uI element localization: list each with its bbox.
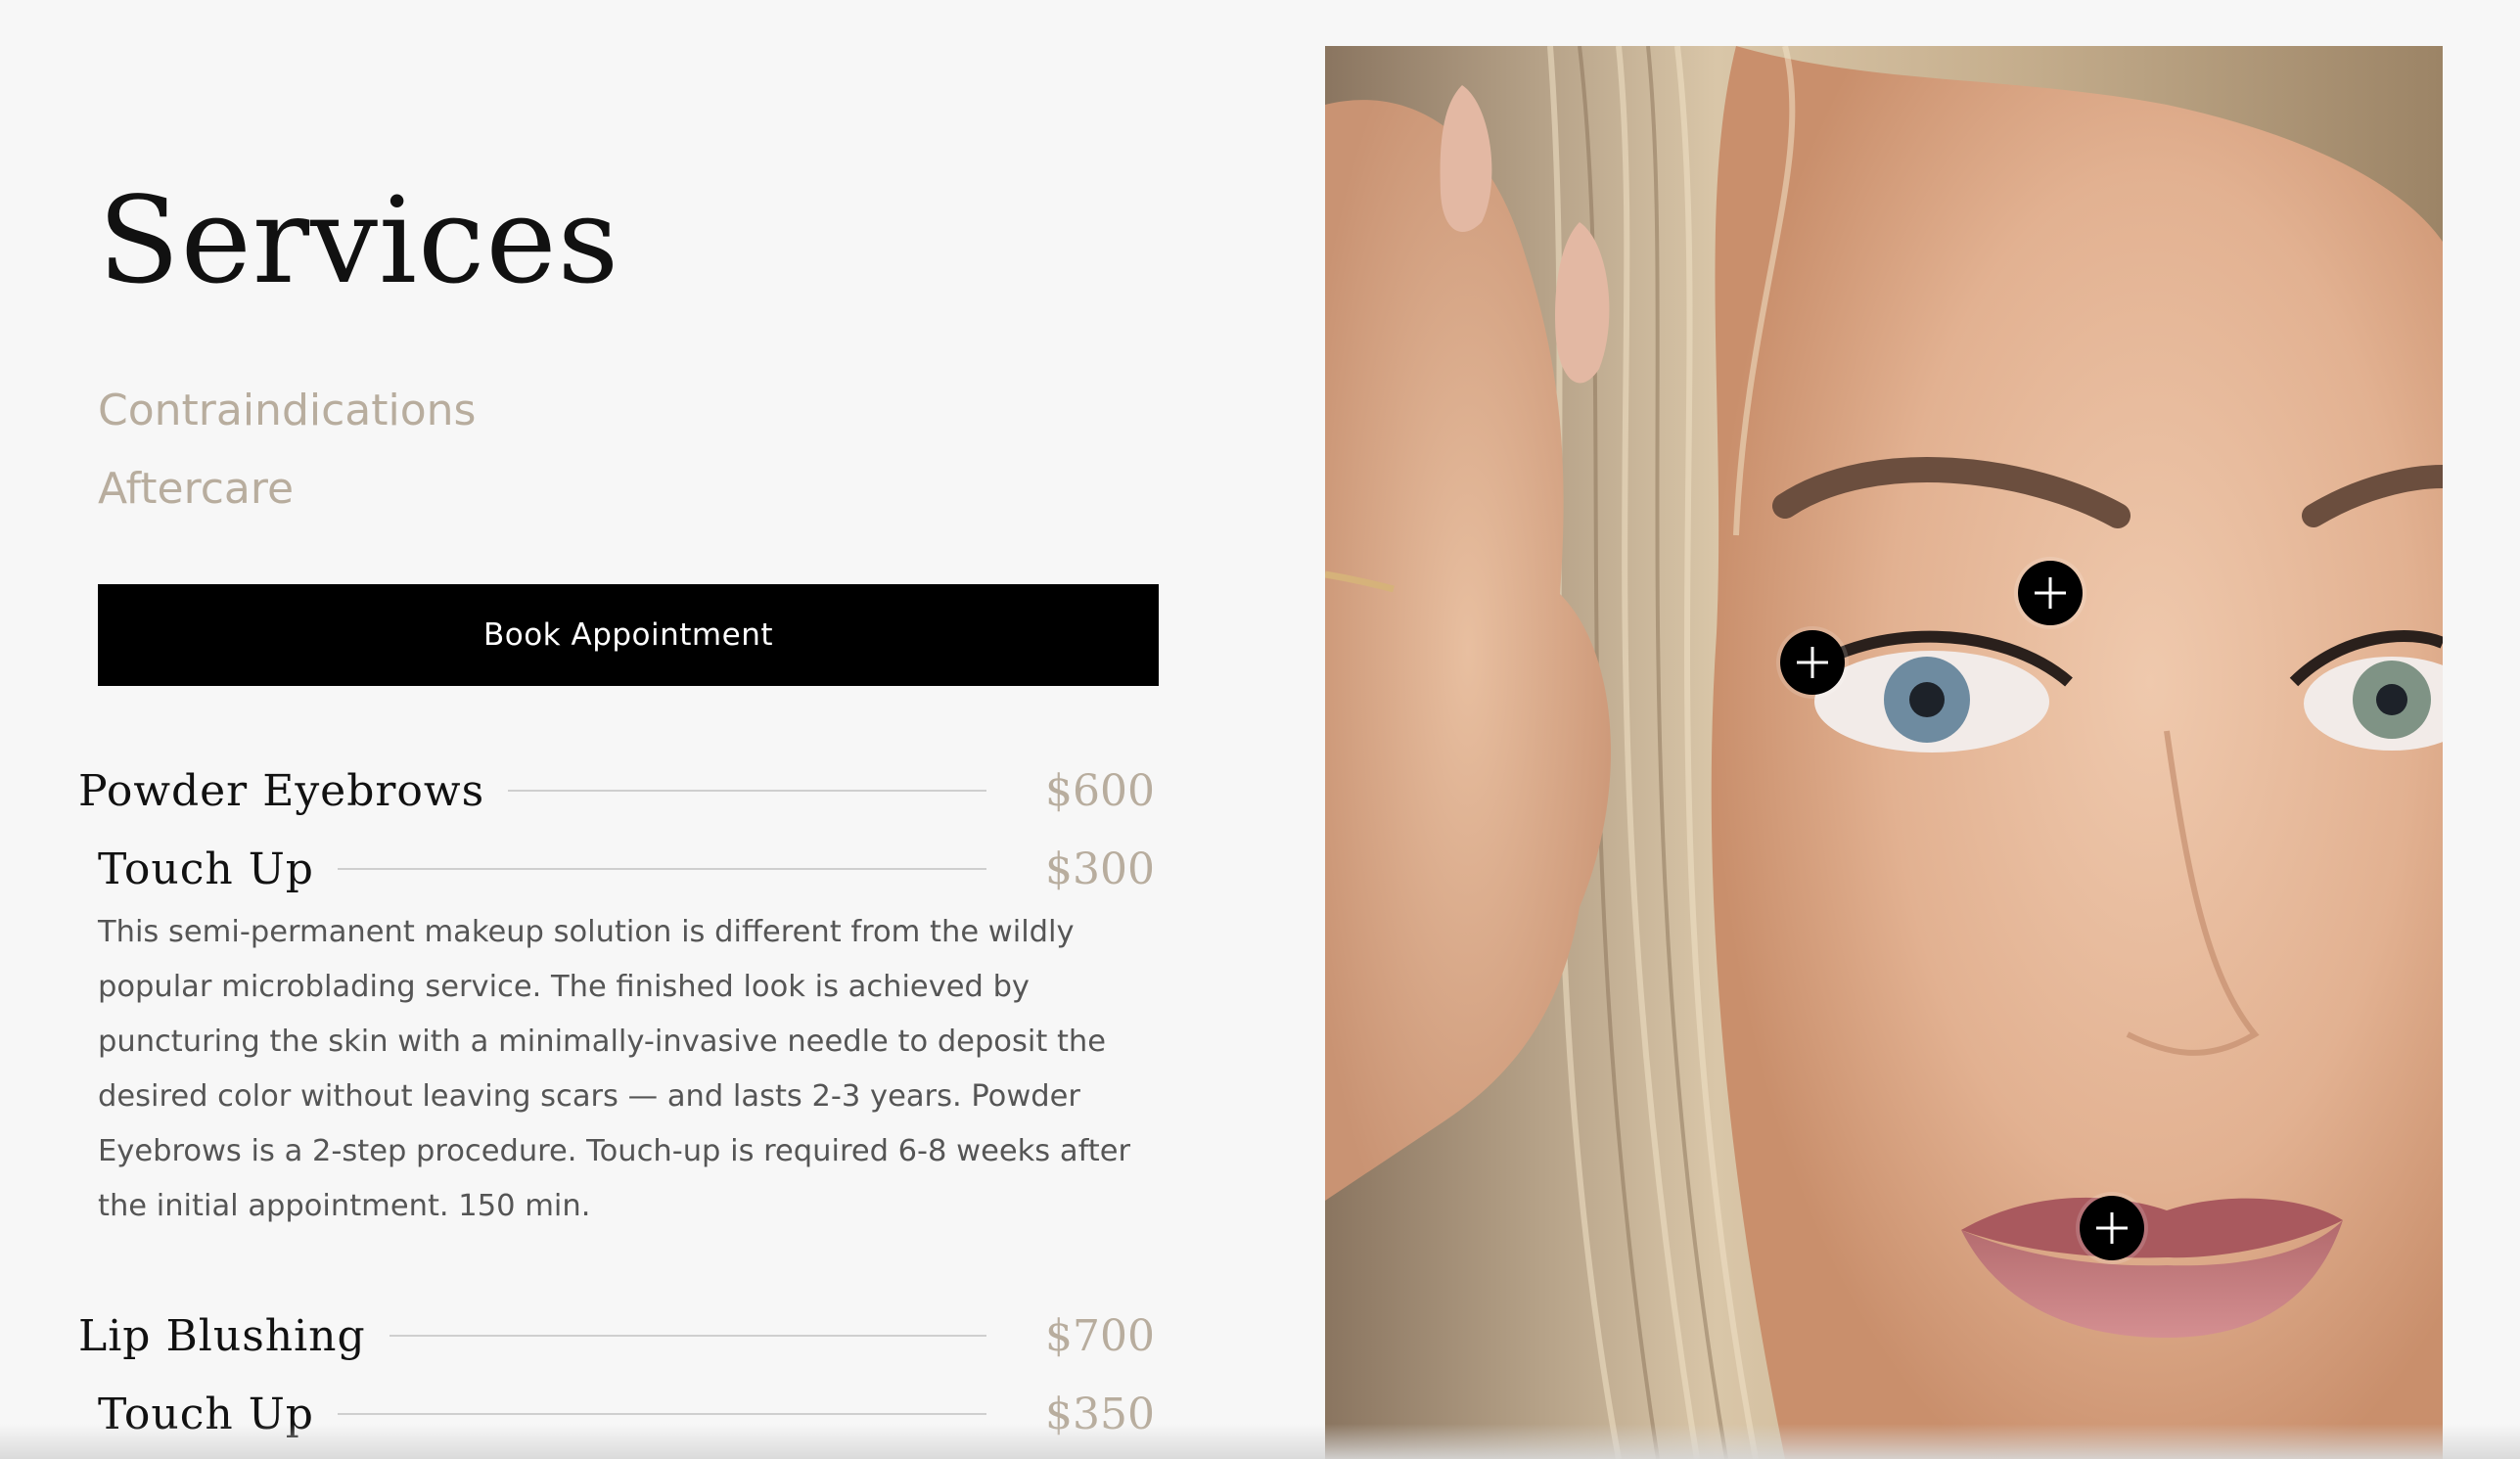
aftercare-link[interactable]: Aftercare — [98, 468, 294, 511]
leader-line — [508, 790, 987, 792]
plus-icon — [2096, 1212, 2128, 1244]
contraindications-link[interactable]: Contraindications — [98, 389, 476, 433]
plus-icon — [1797, 647, 1828, 678]
plus-icon — [2035, 577, 2066, 609]
services-page: Services Contraindications Aftercare Boo… — [0, 0, 2520, 1459]
portrait-illustration — [1325, 46, 2443, 1459]
lips-hotspot-button[interactable] — [2080, 1196, 2144, 1260]
service-price: $700 — [1045, 1310, 1155, 1361]
service-row-powder-eyebrows: Powder Eyebrows $600 — [78, 761, 1155, 820]
eyebrow-hotspot-button[interactable] — [2018, 561, 2083, 625]
service-row-lip-blushing: Lip Blushing $700 — [78, 1306, 1155, 1365]
services-panel: Services Contraindications Aftercare Boo… — [0, 0, 1223, 1459]
service-name: Lip Blushing — [78, 1310, 366, 1361]
page-title: Services — [98, 171, 620, 310]
touch-up-name: Touch Up — [98, 843, 314, 894]
leader-line — [337, 1413, 987, 1415]
service-price: $600 — [1045, 765, 1155, 816]
service-description: This semi-permanent makeup solution is d… — [98, 915, 1131, 1223]
service-name: Powder Eyebrows — [78, 765, 485, 816]
leader-line — [389, 1335, 987, 1337]
model-portrait-image — [1325, 46, 2443, 1459]
window-bottom-edge — [0, 1424, 2520, 1459]
eyeliner-hotspot-button[interactable] — [1780, 630, 1845, 695]
book-appointment-button[interactable]: Book Appointment — [98, 584, 1159, 686]
leader-line — [337, 868, 987, 870]
touch-up-row-powder-eyebrows: Touch Up $300 — [98, 840, 1155, 898]
touch-up-price: $300 — [1045, 843, 1155, 894]
